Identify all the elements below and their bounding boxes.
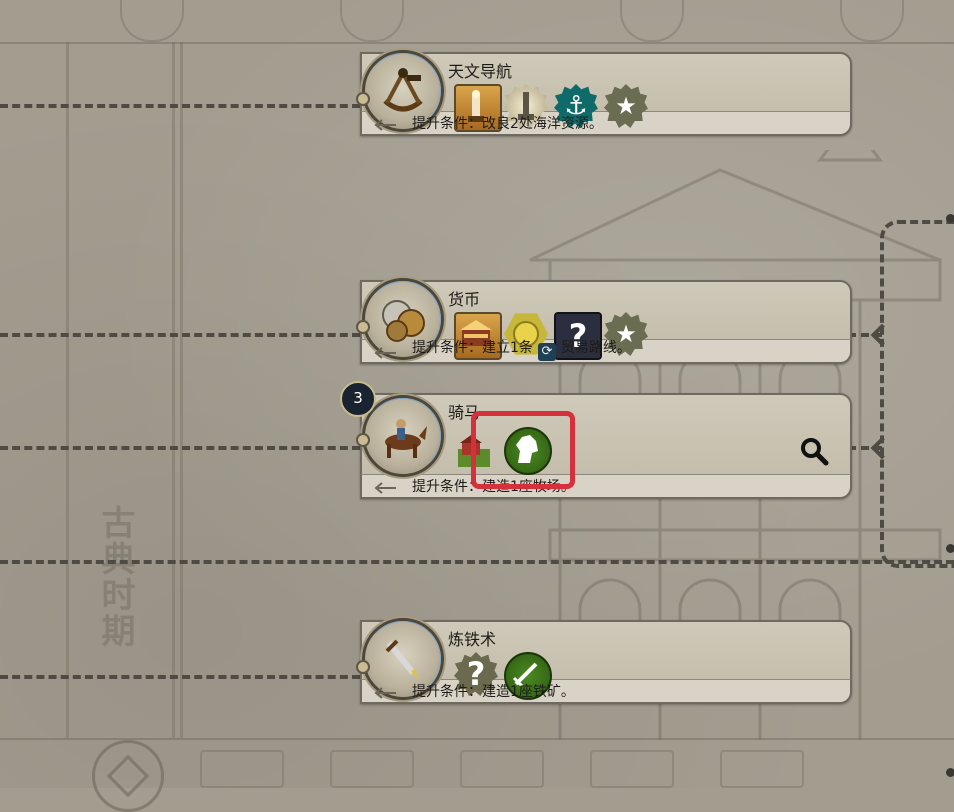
era-label: 古典时期 bbox=[95, 505, 135, 649]
era-divider-line bbox=[0, 560, 954, 564]
tech-card-horseback-riding[interactable]: 骑马 提升条件：建造1座牧场。 bbox=[356, 393, 852, 499]
connector-line bbox=[0, 104, 360, 108]
sextant-icon bbox=[383, 68, 423, 112]
back-arrow-icon bbox=[374, 482, 396, 494]
tech-card-celestial-navigation[interactable]: 天文导航 ⚓ ★ 提升条件：改良2处海洋资源。 bbox=[356, 50, 852, 136]
tech-title: 炼铁术 bbox=[448, 630, 497, 649]
dagger-icon bbox=[385, 639, 419, 681]
highlight-box bbox=[471, 411, 575, 489]
node-dot bbox=[946, 544, 954, 553]
connector-line bbox=[0, 675, 360, 679]
top-ornament-frieze bbox=[0, 0, 954, 44]
requirement-text: 提升条件：改良2处海洋资源。 bbox=[412, 116, 603, 132]
back-arrow-icon bbox=[374, 687, 396, 699]
era-column-line-inner bbox=[180, 42, 183, 738]
tech-card-currency[interactable]: 货币 ? ★ 提升条件：建立1条 ⟳ 贸易路线。 bbox=[356, 278, 852, 364]
requirement-text: 提升条件：建造1座铁矿。 bbox=[412, 684, 575, 700]
trade-route-icon: ⟳ bbox=[537, 343, 556, 361]
connector-pin bbox=[356, 320, 370, 334]
tech-title: 货币 bbox=[448, 290, 481, 309]
tech-portrait[interactable] bbox=[362, 395, 444, 477]
era-column-line-left bbox=[66, 42, 69, 738]
era-column-line-mid bbox=[172, 42, 175, 738]
tech-title: 天文导航 bbox=[448, 62, 513, 81]
connector-line bbox=[0, 446, 360, 450]
back-arrow-icon bbox=[374, 119, 396, 131]
connector-line bbox=[0, 333, 360, 337]
horse-rider-icon bbox=[385, 419, 427, 458]
prerequisite-bracket bbox=[880, 220, 954, 568]
tech-card-iron-working[interactable]: 炼铁术 ? 提升条件：建造1座铁矿。 bbox=[356, 618, 852, 704]
connector-pin bbox=[356, 92, 370, 106]
back-arrow-icon bbox=[374, 347, 396, 359]
compass-ornament-icon bbox=[92, 740, 164, 812]
node-dot bbox=[946, 214, 954, 223]
requirement-text: 提升条件：建立1条 ⟳ 贸易路线。 bbox=[412, 340, 631, 361]
connector-pin bbox=[356, 433, 370, 447]
connector-pin bbox=[356, 660, 370, 674]
era-badge: 3 bbox=[340, 381, 376, 417]
search-icon[interactable] bbox=[799, 436, 829, 466]
